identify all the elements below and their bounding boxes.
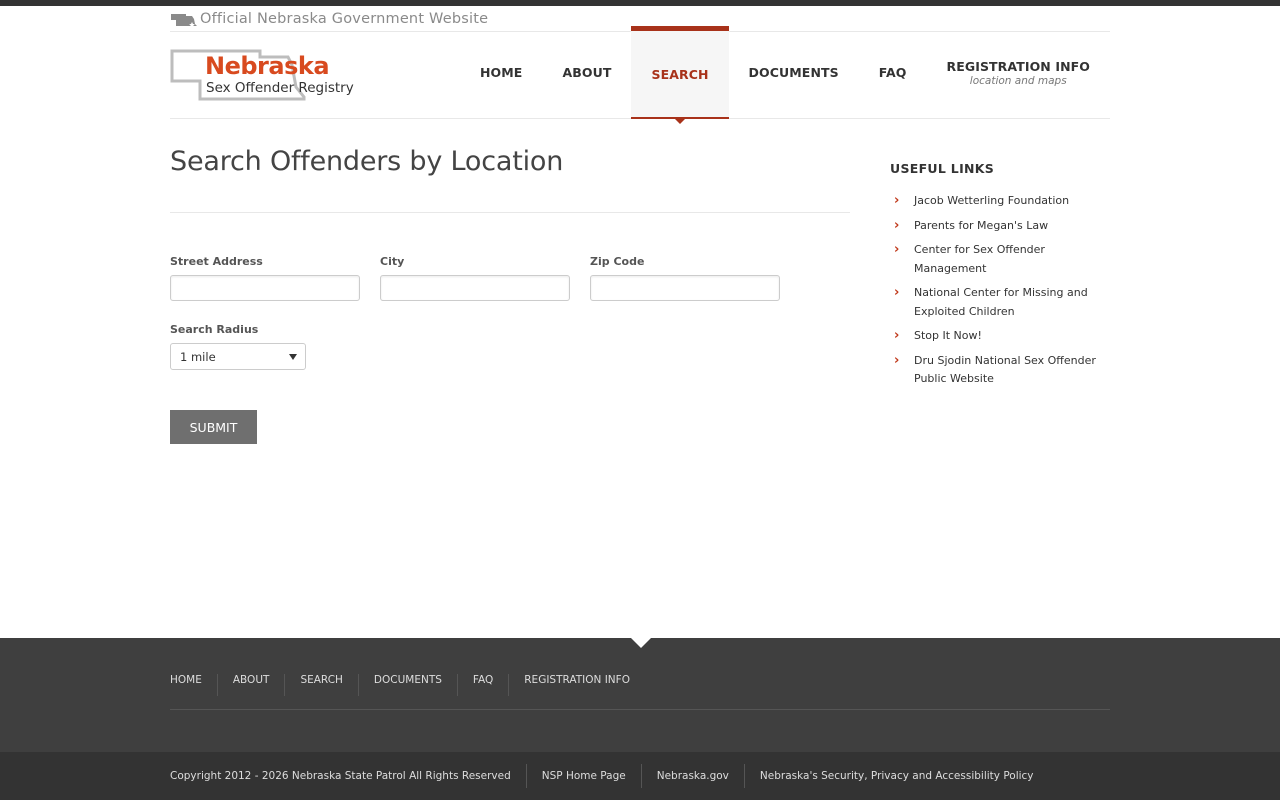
main-content: Search Offenders by Location Street Addr…	[170, 119, 850, 444]
link-jacob-wetterling[interactable]: Jacob Wetterling Foundation	[914, 192, 1069, 211]
nav-home-label: HOME	[479, 65, 523, 80]
page-title: Search Offenders by Location	[170, 146, 850, 213]
site-footer: HOME ABOUT SEARCH DOCUMENTS FAQ REGISTRA…	[0, 638, 1280, 800]
link-dru-sjodin[interactable]: Dru Sjodin National Sex Offender Public …	[914, 352, 1110, 389]
nav-registration-info-label: REGISTRATION INFO	[946, 58, 1090, 74]
footer-nav-about[interactable]: ABOUT	[216, 674, 285, 696]
footer-bottom: Copyright 2012 - 2026 Nebraska State Pat…	[0, 752, 1280, 800]
footer-nav-home[interactable]: HOME	[170, 674, 217, 696]
list-item: › Stop It Now!	[890, 327, 1110, 346]
street-address-label: Street Address	[170, 255, 263, 268]
list-item: › National Center for Missing and Exploit…	[890, 284, 1110, 321]
nav-search-label: SEARCH	[651, 66, 709, 82]
site-logo[interactable]: Nebraska Sex Offender Registry	[170, 49, 360, 103]
location-search-form: Street Address City Zip Code Search Radi…	[170, 255, 850, 444]
city-input[interactable]	[380, 275, 570, 301]
zip-code-label: Zip Code	[590, 255, 645, 268]
nav-registration-info-sub: location and maps	[969, 74, 1067, 87]
footer-nav: HOME ABOUT SEARCH DOCUMENTS FAQ REGISTRA…	[170, 638, 1110, 710]
link-stop-it-now[interactable]: Stop It Now!	[914, 327, 982, 346]
list-item: › Dru Sjodin National Sex Offender Public…	[890, 352, 1110, 389]
nav-about-label: ABOUT	[562, 65, 612, 80]
site-header: Nebraska Sex Offender Registry HOME ABOU…	[170, 26, 1110, 124]
chevron-right-icon: ›	[894, 352, 900, 368]
nav-faq-label: FAQ	[878, 65, 907, 80]
nav-home[interactable]: HOME	[460, 26, 542, 119]
search-radius-label: Search Radius	[170, 323, 259, 336]
search-radius-value: 1 mile	[180, 349, 216, 364]
footer-nav-search[interactable]: SEARCH	[284, 674, 357, 696]
chevron-right-icon: ›	[894, 217, 900, 233]
footer-nav-registration-info[interactable]: REGISTRATION INFO	[508, 674, 645, 696]
caret-down-icon	[289, 353, 297, 360]
logo-title: Nebraska	[205, 52, 330, 80]
nav-faq[interactable]: FAQ	[859, 26, 927, 119]
copyright-text: Copyright 2012 - 2026 Nebraska State Pat…	[170, 770, 511, 782]
nebraska-state-icon	[171, 13, 197, 27]
useful-links-title: USEFUL LINKS	[890, 161, 995, 176]
chevron-right-icon: ›	[894, 193, 900, 208]
footer-link-nsp-home[interactable]: NSP Home Page	[525, 764, 641, 788]
gov-banner-text[interactable]: Official Nebraska Government Website	[200, 11, 488, 27]
nav-registration-info[interactable]: REGISTRATION INFO location and maps	[926, 26, 1110, 119]
list-item: › Center for Sex Offender Management	[890, 241, 1110, 278]
street-address-input[interactable]	[170, 275, 360, 301]
link-ncmec[interactable]: National Center for Missing and Exploite…	[914, 284, 1110, 321]
primary-nav: HOME ABOUT SEARCH DOCUMENTS FAQ REGISTRA…	[460, 26, 1110, 124]
footer-link-privacy-policy[interactable]: Nebraska's Security, Privacy and Accessi…	[743, 764, 1049, 788]
nav-search[interactable]: SEARCH	[631, 26, 729, 124]
chevron-right-icon: ›	[894, 285, 900, 300]
nav-documents-label: DOCUMENTS	[748, 65, 839, 80]
footer-nav-faq[interactable]: FAQ	[456, 674, 508, 696]
submit-button[interactable]: SUBMIT	[170, 410, 257, 444]
nav-documents[interactable]: DOCUMENTS	[729, 26, 859, 119]
chevron-right-icon: ›	[894, 328, 900, 343]
footer-notch	[631, 638, 651, 648]
logo-subtitle: Sex Offender Registry	[206, 80, 354, 96]
useful-links-sidebar: USEFUL LINKS › Jacob Wetterling Foundatio…	[890, 161, 1110, 444]
zip-code-input[interactable]	[590, 275, 780, 301]
chevron-right-icon: ›	[894, 242, 900, 257]
link-parents-megans-law[interactable]: Parents for Megan's Law	[914, 217, 1048, 236]
nav-about[interactable]: ABOUT	[542, 26, 631, 119]
list-item: › Jacob Wetterling Foundation	[890, 192, 1110, 211]
footer-nav-documents[interactable]: DOCUMENTS	[357, 674, 457, 696]
search-radius-select[interactable]: 1 mile	[170, 343, 306, 370]
city-label: City	[380, 255, 405, 268]
list-item: › Parents for Megan's Law	[890, 217, 1110, 236]
link-center-sex-offender-management[interactable]: Center for Sex Offender Management	[914, 241, 1110, 278]
footer-link-nebraska-gov[interactable]: Nebraska.gov	[640, 764, 744, 788]
